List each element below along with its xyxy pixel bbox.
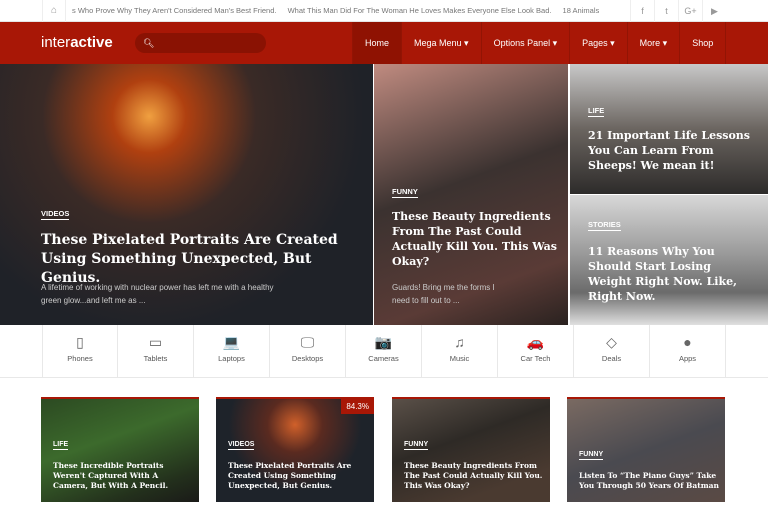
- home-icon[interactable]: ⌂: [42, 0, 66, 22]
- phone-icon: ▯: [76, 334, 84, 350]
- top-bar: ⌂ s Who Prove Why They Aren't Considered…: [0, 0, 768, 22]
- menu-mega-menu[interactable]: Mega Menu ▾: [401, 22, 481, 64]
- category-label: Phones: [67, 354, 93, 363]
- category-desktops[interactable]: 🖵 Desktops: [270, 325, 346, 377]
- camera-icon: 📷: [374, 334, 393, 350]
- music-icon: ♫: [454, 334, 465, 350]
- category-label[interactable]: LIFE: [588, 106, 605, 117]
- logo-light: inter: [41, 34, 71, 51]
- laptop-icon: 💻: [222, 334, 241, 350]
- search-input[interactable]: 🔍︎: [135, 33, 266, 53]
- article-card[interactable]: FUNNY These Beauty Ingredients From The …: [392, 397, 550, 502]
- category-bar: ▯ Phones ▭ Tablets 💻 Laptops 🖵 Desktops 📷 Cam…: [0, 325, 768, 378]
- ticker-item[interactable]: What This Man Did For The Woman He Loves…: [288, 6, 552, 15]
- article-excerpt: A lifetime of working with nuclear power…: [41, 283, 274, 305]
- category-label: Apps: [678, 354, 697, 363]
- hero-bottom-right[interactable]: STORIES 11 Reasons Why You Should Start …: [570, 195, 768, 325]
- category-label[interactable]: FUNNY: [392, 187, 418, 198]
- ticker-item[interactable]: 18 Animals: [563, 6, 600, 15]
- menu-options-panel[interactable]: Options Panel ▾: [480, 22, 570, 64]
- logo[interactable]: interactive: [41, 34, 113, 51]
- ticker-item[interactable]: s Who Prove Why They Aren't Considered M…: [72, 6, 276, 15]
- menu-home[interactable]: Home: [352, 22, 402, 64]
- category-label[interactable]: VIDEOS: [41, 209, 70, 220]
- hero-main[interactable]: VIDEOS These Pixelated Portraits Are Cre…: [0, 64, 373, 325]
- category-label: Laptops: [218, 354, 245, 363]
- article-title[interactable]: These Beauty Ingredients From The Past C…: [404, 461, 544, 491]
- article-title[interactable]: These Pixelated Portraits Are Created Us…: [228, 461, 368, 491]
- twitter-icon[interactable]: t: [654, 0, 678, 22]
- category-apps[interactable]: ● Apps: [650, 325, 726, 377]
- category-laptops[interactable]: 💻 Laptops: [194, 325, 270, 377]
- article-title[interactable]: These Beauty Ingredients From The Past C…: [392, 209, 562, 269]
- category-label[interactable]: FUNNY: [579, 451, 604, 460]
- article-card[interactable]: LIFE These Incredible Portraits Weren't …: [41, 397, 199, 502]
- category-phones[interactable]: ▯ Phones: [42, 325, 118, 377]
- category-tablets[interactable]: ▭ Tablets: [118, 325, 194, 377]
- youtube-icon[interactable]: ▶: [702, 0, 726, 22]
- article-title[interactable]: Listen To “The Piano Guys” Take You Thro…: [579, 471, 719, 491]
- category-label: Deals: [601, 354, 622, 363]
- article-excerpt: Guards! Bring me the forms I need to fil…: [392, 283, 495, 305]
- category-car-tech[interactable]: 🚗 Car Tech: [498, 325, 574, 377]
- category-label[interactable]: FUNNY: [404, 441, 429, 450]
- main-nav: interactive 🔍︎ Home Mega Menu ▾ Options …: [0, 22, 768, 64]
- article-title[interactable]: 11 Reasons Why You Should Start Losing W…: [588, 244, 738, 304]
- category-cameras[interactable]: 📷 Cameras: [346, 325, 422, 377]
- category-label[interactable]: LIFE: [53, 441, 69, 450]
- tablet-icon: ▭: [148, 334, 163, 350]
- category-deals[interactable]: ◇ Deals: [574, 325, 650, 377]
- article-card[interactable]: 84.3% VIDEOS These Pixelated Portraits A…: [216, 397, 374, 502]
- logo-bold: active: [70, 34, 113, 51]
- score-badge: 84.3%: [341, 399, 374, 414]
- hero-grid: VIDEOS These Pixelated Portraits Are Cre…: [0, 64, 768, 325]
- desktop-icon: 🖵: [300, 334, 315, 350]
- article-title[interactable]: These Pixelated Portraits Are Created Us…: [41, 231, 361, 288]
- category-label: Tablets: [143, 354, 168, 363]
- category-label[interactable]: VIDEOS: [228, 441, 255, 450]
- category-label: Desktops: [291, 354, 324, 363]
- category-label: Cameras: [368, 354, 399, 363]
- article-title[interactable]: These Incredible Portraits Weren't Captu…: [53, 461, 193, 491]
- news-ticker: s Who Prove Why They Aren't Considered M…: [72, 0, 620, 22]
- search-icon: 🔍︎: [143, 38, 155, 48]
- menu-more[interactable]: More ▾: [626, 22, 680, 64]
- facebook-icon[interactable]: f: [630, 0, 654, 22]
- article-title[interactable]: 21 Important Life Lessons You Can Learn …: [588, 128, 766, 173]
- category-label[interactable]: STORIES: [588, 220, 621, 231]
- category-label: Music: [449, 354, 470, 363]
- hero-top-right[interactable]: LIFE 21 Important Life Lessons You Can L…: [570, 64, 768, 194]
- diamond-icon: ◇: [606, 334, 617, 350]
- article-card[interactable]: FUNNY Listen To “The Piano Guys” Take Yo…: [567, 397, 725, 502]
- category-label: Car Tech: [520, 354, 551, 363]
- car-icon: 🚗: [526, 334, 545, 350]
- menu-pages[interactable]: Pages ▾: [569, 22, 627, 64]
- menu-shop[interactable]: Shop: [679, 22, 727, 64]
- google-plus-icon[interactable]: G+: [678, 0, 702, 22]
- hero-middle[interactable]: FUNNY These Beauty Ingredients From The …: [374, 64, 568, 325]
- category-music[interactable]: ♫ Music: [422, 325, 498, 377]
- apple-icon: ●: [683, 334, 692, 350]
